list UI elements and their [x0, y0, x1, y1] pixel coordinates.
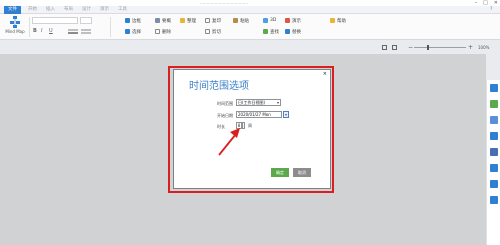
presentation-label: 演示: [292, 18, 301, 24]
delete-button[interactable]: 删除: [155, 28, 171, 35]
boundary-icon: [125, 18, 130, 23]
date-picker-button[interactable]: ▾: [283, 111, 289, 118]
right-sidebar: [486, 80, 500, 245]
cut-icon: [205, 29, 210, 34]
canvas-toolbar: − + 100%: [380, 44, 492, 52]
font-family-select[interactable]: [32, 17, 78, 24]
ribbon-divider: [29, 17, 30, 37]
tab-home[interactable]: 开始: [28, 6, 37, 14]
time-range-value: 日(工作日视图): [238, 100, 266, 105]
underline-button[interactable]: U: [49, 28, 53, 34]
tab-file[interactable]: 文件: [4, 6, 21, 14]
menu-bar: 文件 开始 插入 布局 设计 演示 工具 ?: [0, 6, 500, 14]
tools-icon[interactable]: [490, 196, 498, 204]
tag-icon[interactable]: [490, 180, 498, 188]
copy-button[interactable]: 复印: [205, 17, 221, 24]
zoom-slider[interactable]: [414, 47, 466, 48]
zoom-in-icon[interactable]: +: [468, 44, 473, 51]
help-button[interactable]: 帮助: [330, 17, 346, 24]
time-range-label: 时间范围: [217, 101, 233, 106]
hour-label: 时长: [217, 124, 225, 129]
arrange-icon: [180, 18, 185, 23]
mind-map-button[interactable]: Mind Map: [2, 16, 26, 38]
select-icon: [125, 29, 130, 34]
start-date-label: 开始日期: [217, 113, 233, 118]
time-range-dialog: × 时间范围选项 时间范围 日(工作日视图) ▾ 开始日期 2020/01/27…: [173, 69, 331, 189]
hour-unit: 周: [248, 123, 252, 128]
cut-button[interactable]: 剪切: [205, 28, 221, 35]
find-button[interactable]: 查找: [263, 28, 279, 35]
summary-label: 要概: [162, 18, 171, 24]
paste-label: 粘贴: [240, 18, 249, 24]
select-label: 选择: [132, 29, 141, 35]
replace-icon: [285, 29, 290, 34]
summary-button[interactable]: 要概: [155, 17, 171, 24]
find-label: 查找: [270, 29, 279, 35]
ok-button[interactable]: 确定: [271, 168, 289, 177]
tab-present[interactable]: 演示: [100, 6, 109, 14]
fit-width-icon[interactable]: [392, 45, 397, 50]
boundary-label: 边框: [132, 18, 141, 24]
line-style-icon[interactable]: [68, 28, 92, 36]
tab-design[interactable]: 设计: [82, 6, 91, 14]
close-icon[interactable]: ×: [323, 71, 327, 77]
font-size-select[interactable]: [80, 17, 92, 24]
paste-button[interactable]: 粘贴: [233, 17, 249, 24]
italic-button[interactable]: I: [41, 28, 42, 34]
ribbon-divider: [110, 17, 111, 37]
summary-icon: [155, 18, 160, 23]
format-panel-icon[interactable]: [490, 84, 498, 92]
select-button[interactable]: 选择: [125, 28, 141, 35]
replace-label: 替换: [292, 29, 301, 35]
cut-label: 剪切: [212, 29, 221, 35]
arrange-button[interactable]: 整理: [180, 17, 196, 24]
tab-layout[interactable]: 布局: [64, 6, 73, 14]
arrange-label: 整理: [187, 18, 196, 24]
find-icon: [263, 29, 268, 34]
help-book-icon: [330, 18, 335, 23]
presentation-button[interactable]: 演示: [285, 17, 301, 24]
boundary-button[interactable]: 边框: [125, 17, 141, 24]
help-label: 帮助: [337, 18, 346, 24]
clipart-icon[interactable]: [490, 132, 498, 140]
hour-spinner[interactable]: [242, 122, 245, 129]
3d-button[interactable]: 3D: [263, 17, 276, 24]
delete-icon: [155, 29, 160, 34]
zoom-level: 100%: [478, 45, 490, 50]
cancel-button[interactable]: 取消: [293, 168, 311, 177]
image-panel-icon[interactable]: [490, 100, 498, 108]
delete-label: 删除: [162, 29, 171, 35]
3d-label: 3D: [270, 18, 277, 23]
zoom-out-icon[interactable]: −: [408, 44, 413, 51]
start-date-field[interactable]: 2020/01/27 Mon: [236, 111, 282, 118]
tab-tools[interactable]: 工具: [118, 6, 127, 14]
copy-icon: [205, 18, 210, 23]
task-panel-icon[interactable]: [490, 148, 498, 156]
dialog-title: 时间范围选项: [189, 81, 249, 92]
start-date-value: 2020/01/27 Mon: [238, 112, 271, 117]
zoom-slider-handle[interactable]: [427, 45, 429, 50]
ribbon: Mind Map B I U 边框 要概 整理 复印 粘贴 3D 演示 帮助 选…: [0, 14, 500, 40]
paste-icon: [233, 18, 238, 23]
mind-map-label: Mind Map: [5, 29, 25, 34]
replace-button[interactable]: 替换: [285, 28, 301, 35]
mind-map-icon: [10, 16, 20, 28]
help-icon[interactable]: ?: [490, 6, 492, 14]
copy-label: 复印: [212, 18, 221, 24]
chevron-down-icon: ▾: [276, 100, 279, 105]
presentation-icon: [285, 18, 290, 23]
attachment-icon[interactable]: [490, 116, 498, 124]
time-range-select[interactable]: 日(工作日视图) ▾: [236, 99, 281, 106]
fit-page-icon[interactable]: [382, 45, 387, 50]
outline-icon[interactable]: [490, 164, 498, 172]
tab-insert[interactable]: 插入: [46, 6, 55, 14]
bold-button[interactable]: B: [33, 28, 37, 34]
3d-icon: [263, 18, 268, 23]
